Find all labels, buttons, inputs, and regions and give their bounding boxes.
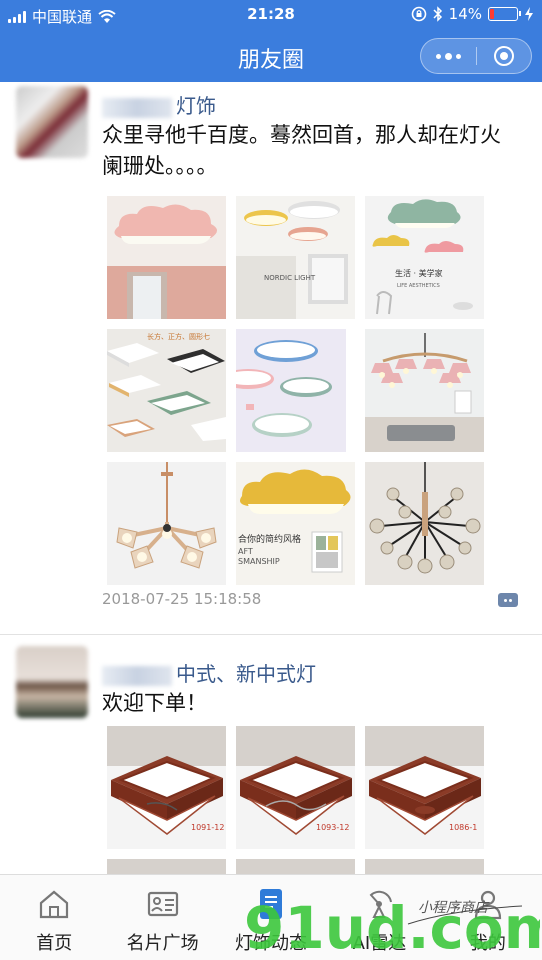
post-image[interactable]	[236, 859, 355, 874]
battery-fill	[490, 9, 494, 19]
close-target-icon	[493, 46, 514, 66]
post-image[interactable]	[236, 329, 355, 452]
post-image[interactable]	[107, 859, 226, 874]
post-image[interactable]: 生活 · 美学家 LIFE AESTHETICS	[365, 196, 484, 319]
product-code: 1093-12	[316, 823, 349, 832]
radar-icon	[370, 890, 393, 918]
tab-mine[interactable]: 我的	[434, 875, 542, 960]
tab-moments[interactable]: 灯饰动态	[217, 875, 325, 960]
post-image[interactable]: 1086-1	[365, 726, 484, 849]
nickname-text: 灯饰	[176, 94, 216, 118]
blurred-name	[102, 97, 172, 118]
tab-label: AI雷达	[352, 933, 407, 954]
post-nickname[interactable]: 灯饰	[102, 90, 216, 119]
image-caption: 长方、正方、圆形七	[147, 332, 210, 341]
moments-feed[interactable]: 灯饰 众里寻他千百度。蓦然回首，那人却在灯火阑珊处。。。。 NORDIC LIG…	[0, 82, 542, 874]
post-image[interactable]: 合你的简约风格 AFT SMANSHIP	[236, 462, 355, 585]
comment-icon[interactable]	[498, 593, 518, 607]
orientation-lock-icon	[411, 6, 426, 22]
image-caption: 合你的简约风格	[238, 533, 301, 545]
tab-ai-radar[interactable]: AI雷达	[325, 875, 433, 960]
home-icon	[40, 890, 69, 919]
post-content: 欢迎下单！	[102, 691, 207, 715]
post-timestamp: 2018-07-25 15:18:58	[102, 590, 262, 608]
image-caption: AFT	[238, 547, 253, 556]
moments-icon	[260, 889, 283, 919]
post-image[interactable]: 长方、正方、圆形七	[107, 329, 226, 452]
post-image[interactable]: 1091-12	[107, 726, 226, 849]
image-caption: LIFE AESTHETICS	[397, 283, 440, 289]
product-code: 1086-1	[449, 823, 477, 832]
post-image[interactable]: 1093-12	[236, 726, 355, 849]
close-mini-program-button[interactable]	[477, 39, 532, 73]
avatar[interactable]	[16, 86, 88, 158]
blurred-name	[102, 665, 172, 686]
product-code: 1091-12	[191, 823, 224, 832]
post-image[interactable]	[107, 196, 226, 319]
tab-label: 名片广场	[126, 933, 199, 954]
post-image[interactable]	[365, 462, 484, 585]
post-image[interactable]: NORDIC LIGHT	[236, 196, 355, 319]
more-button[interactable]	[421, 39, 476, 73]
battery-percent: 14%	[448, 5, 482, 23]
tab-label: 灯饰动态	[235, 933, 308, 954]
post-image[interactable]	[365, 859, 484, 874]
tab-card-square[interactable]: 名片广场	[108, 875, 216, 960]
image-grid: 1091-12 1093-12 1086-1	[107, 726, 484, 874]
user-icon	[474, 890, 501, 920]
mini-program-capsule	[420, 38, 532, 74]
bluetooth-icon	[433, 6, 442, 22]
image-caption: 生活 · 美学家	[395, 268, 443, 278]
tab-bar: 首页 名片广场 灯饰动态 AI雷达 我的	[0, 874, 542, 960]
post-image[interactable]	[365, 329, 484, 452]
post-content: 众里寻他千百度。蓦然回首，那人却在灯火阑珊处。。。。	[102, 123, 501, 178]
post-divider	[0, 634, 542, 635]
tab-label: 首页	[36, 933, 73, 954]
more-icon	[435, 52, 461, 60]
avatar[interactable]	[16, 646, 88, 718]
image-grid: NORDIC LIGHT 生活 · 美学家 LIFE AESTHETICS 长方…	[107, 196, 484, 585]
nickname-text: 中式、新中式灯	[176, 662, 316, 686]
status-bar: 中国联通 21:28 14%	[0, 0, 542, 30]
image-caption: NORDIC LIGHT	[264, 274, 316, 282]
battery-icon	[488, 7, 521, 21]
post-image[interactable]	[107, 462, 226, 585]
image-caption: SMANSHIP	[238, 557, 280, 566]
post-nickname[interactable]: 中式、新中式灯	[102, 658, 316, 687]
charging-icon	[525, 7, 533, 21]
status-right: 14%	[411, 5, 534, 23]
nav-bar: 朋友圈	[0, 30, 542, 82]
tab-home[interactable]: 首页	[0, 875, 108, 960]
tab-label: 我的	[469, 933, 506, 954]
card-icon	[147, 891, 178, 917]
